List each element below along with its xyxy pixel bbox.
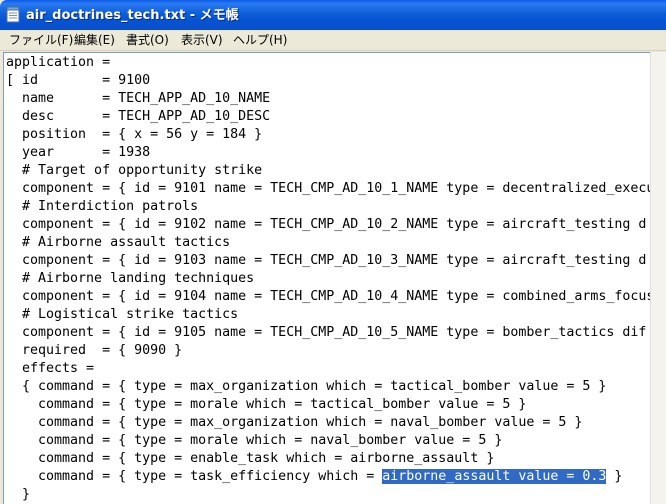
text-line: # Target of opportunity strike: [6, 162, 654, 180]
notepad-window: air_doctrines_tech.txt - メモ帳 ファイル(F) 編集(…: [0, 0, 666, 504]
notepad-icon: [6, 6, 20, 23]
line-text: effects =: [6, 361, 95, 376]
text-line: component = { id = 9102 name = TECH_CMP_…: [6, 216, 654, 234]
menu-edit[interactable]: 編集(E): [73, 31, 116, 50]
selected-text: airborne_assault value = 0.3: [382, 469, 607, 484]
line-text: # Interdiction patrols: [6, 199, 199, 214]
line-text-after-selection: }: [606, 469, 623, 484]
text-line: command = { type = max_organization whic…: [6, 414, 654, 432]
line-text: component = { id = 9105 name = TECH_CMP_…: [6, 325, 647, 340]
line-text: { command = { type = max_organization wh…: [6, 379, 607, 394]
editor-text[interactable]: application = [ id = 9100 name = TECH_APP…: [6, 54, 654, 504]
text-line: desc = TECH_APP_AD_10_DESC: [6, 108, 654, 126]
text-line: # Interdiction patrols: [6, 198, 654, 216]
window-title: air_doctrines_tech.txt - メモ帳: [26, 8, 239, 23]
text-line: component = { id = 9103 name = TECH_CMP_…: [6, 252, 654, 270]
vertical-scrollbar[interactable]: [650, 52, 666, 504]
menu-bar: ファイル(F) 編集(E) 書式(O) 表示(V) ヘルプ(H): [0, 30, 666, 51]
line-text: year = 1938: [6, 145, 151, 160]
menu-help[interactable]: ヘルプ(H): [232, 31, 288, 50]
text-line: component = { id = 9104 name = TECH_CMP_…: [6, 288, 654, 306]
line-text: position = { x = 56 y = 184 }: [6, 127, 263, 142]
menu-view[interactable]: 表示(V): [180, 31, 224, 50]
text-line: required = { 9090 }: [6, 342, 654, 360]
text-line: position = { x = 56 y = 184 }: [6, 126, 654, 144]
text-line: year = 1938: [6, 144, 654, 162]
text-line: [ id = 9100: [6, 72, 654, 90]
text-line: command = { type = morale which = naval_…: [6, 432, 654, 450]
line-text: component = { id = 9104 name = TECH_CMP_…: [6, 289, 655, 304]
line-text: name = TECH_APP_AD_10_NAME: [6, 91, 271, 106]
menu-format[interactable]: 書式(O): [125, 31, 170, 50]
text-line: }: [6, 486, 654, 504]
line-text: command = { type = morale which = naval_…: [6, 433, 503, 448]
line-text: application =: [6, 55, 111, 70]
line-text: # Logistical strike tactics: [6, 307, 239, 322]
text-line: command = { type = enable_task which = a…: [6, 450, 654, 468]
line-text: component = { id = 9102 name = TECH_CMP_…: [6, 217, 647, 232]
line-text: desc = TECH_APP_AD_10_DESC: [6, 109, 271, 124]
line-text: required = { 9090 }: [6, 343, 183, 358]
line-text: [ id = 9100: [6, 73, 151, 88]
text-editor[interactable]: application = [ id = 9100 name = TECH_APP…: [3, 52, 666, 504]
text-line: effects =: [6, 360, 654, 378]
title-bar[interactable]: air_doctrines_tech.txt - メモ帳: [0, 0, 666, 30]
text-line: # Logistical strike tactics: [6, 306, 654, 324]
text-line: component = { id = 9105 name = TECH_CMP_…: [6, 324, 654, 342]
line-text: command = { type = enable_task which = a…: [6, 451, 495, 466]
line-text: command = { type = task_efficiency which…: [6, 469, 383, 484]
menu-file[interactable]: ファイル(F): [8, 31, 74, 50]
text-line: command = { type = morale which = tactic…: [6, 396, 654, 414]
line-text: component = { id = 9103 name = TECH_CMP_…: [6, 253, 647, 268]
line-text: command = { type = max_organization whic…: [6, 415, 583, 430]
line-text: }: [6, 487, 31, 502]
line-text: # Target of opportunity strike: [6, 163, 263, 178]
text-line: { command = { type = max_organization wh…: [6, 378, 654, 396]
text-line: command = { type = task_efficiency which…: [6, 468, 654, 486]
line-text: # Airborne assault tactics: [6, 235, 231, 250]
text-line: component = { id = 9101 name = TECH_CMP_…: [6, 180, 654, 198]
line-text: component = { id = 9101 name = TECH_CMP_…: [6, 181, 655, 196]
line-text: command = { type = morale which = tactic…: [6, 397, 527, 412]
line-text: # Airborne landing techniques: [6, 271, 255, 286]
text-line: # Airborne landing techniques: [6, 270, 654, 288]
text-line: application =: [6, 54, 654, 72]
text-line: name = TECH_APP_AD_10_NAME: [6, 90, 654, 108]
text-line: # Airborne assault tactics: [6, 234, 654, 252]
